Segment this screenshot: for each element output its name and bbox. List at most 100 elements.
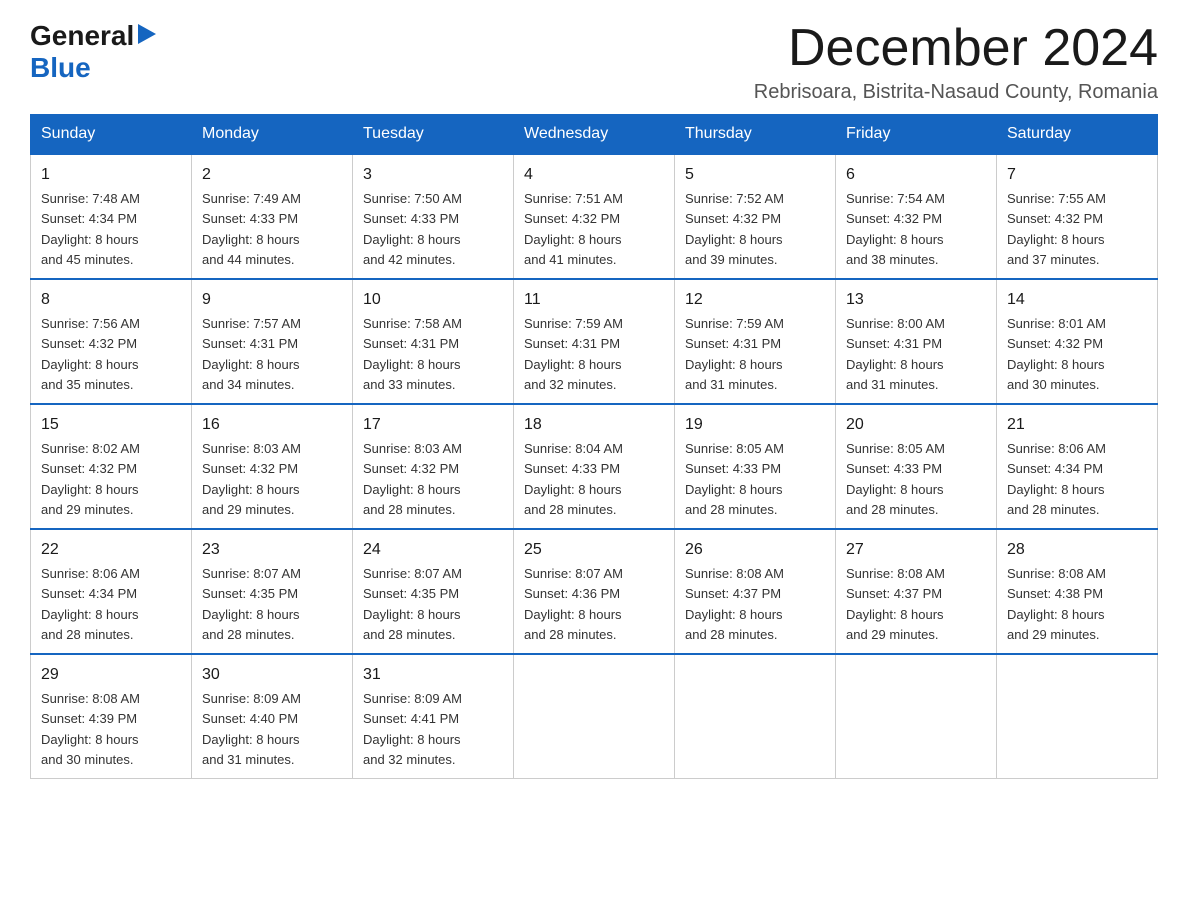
day-number: 8 <box>41 288 181 312</box>
day-number: 5 <box>685 163 825 187</box>
day-info: Sunrise: 7:50 AMSunset: 4:33 PMDaylight:… <box>363 191 462 267</box>
day-number: 23 <box>202 538 342 562</box>
day-number: 24 <box>363 538 503 562</box>
day-info: Sunrise: 8:03 AMSunset: 4:32 PMDaylight:… <box>363 441 462 517</box>
table-row: 24 Sunrise: 8:07 AMSunset: 4:35 PMDaylig… <box>353 529 514 654</box>
table-row: 13 Sunrise: 8:00 AMSunset: 4:31 PMDaylig… <box>836 279 997 404</box>
day-info: Sunrise: 8:07 AMSunset: 4:35 PMDaylight:… <box>363 566 462 642</box>
day-number: 31 <box>363 663 503 687</box>
table-row: 29 Sunrise: 8:08 AMSunset: 4:39 PMDaylig… <box>31 654 192 779</box>
calendar-week-row: 1 Sunrise: 7:48 AMSunset: 4:34 PMDayligh… <box>31 154 1158 279</box>
day-info: Sunrise: 8:02 AMSunset: 4:32 PMDaylight:… <box>41 441 140 517</box>
header-sunday: Sunday <box>31 115 192 155</box>
day-number: 28 <box>1007 538 1147 562</box>
table-row: 12 Sunrise: 7:59 AMSunset: 4:31 PMDaylig… <box>675 279 836 404</box>
table-row: 4 Sunrise: 7:51 AMSunset: 4:32 PMDayligh… <box>514 154 675 279</box>
calendar-week-row: 8 Sunrise: 7:56 AMSunset: 4:32 PMDayligh… <box>31 279 1158 404</box>
header-thursday: Thursday <box>675 115 836 155</box>
day-info: Sunrise: 8:08 AMSunset: 4:38 PMDaylight:… <box>1007 566 1106 642</box>
title-block: December 2024 Rebrisoara, Bistrita-Nasau… <box>754 20 1158 104</box>
day-number: 3 <box>363 163 503 187</box>
calendar-week-row: 22 Sunrise: 8:06 AMSunset: 4:34 PMDaylig… <box>31 529 1158 654</box>
day-info: Sunrise: 8:01 AMSunset: 4:32 PMDaylight:… <box>1007 316 1106 392</box>
day-number: 2 <box>202 163 342 187</box>
day-number: 27 <box>846 538 986 562</box>
day-info: Sunrise: 7:51 AMSunset: 4:32 PMDaylight:… <box>524 191 623 267</box>
day-info: Sunrise: 8:00 AMSunset: 4:31 PMDaylight:… <box>846 316 945 392</box>
table-row: 31 Sunrise: 8:09 AMSunset: 4:41 PMDaylig… <box>353 654 514 779</box>
calendar-subtitle: Rebrisoara, Bistrita-Nasaud County, Roma… <box>754 81 1158 104</box>
table-row: 5 Sunrise: 7:52 AMSunset: 4:32 PMDayligh… <box>675 154 836 279</box>
day-number: 17 <box>363 413 503 437</box>
header-wednesday: Wednesday <box>514 115 675 155</box>
page-header: General Blue December 2024 Rebrisoara, B… <box>30 20 1158 104</box>
day-number: 14 <box>1007 288 1147 312</box>
day-info: Sunrise: 7:58 AMSunset: 4:31 PMDaylight:… <box>363 316 462 392</box>
calendar-week-row: 29 Sunrise: 8:08 AMSunset: 4:39 PMDaylig… <box>31 654 1158 779</box>
day-info: Sunrise: 8:06 AMSunset: 4:34 PMDaylight:… <box>1007 441 1106 517</box>
table-row: 30 Sunrise: 8:09 AMSunset: 4:40 PMDaylig… <box>192 654 353 779</box>
day-number: 12 <box>685 288 825 312</box>
day-info: Sunrise: 7:48 AMSunset: 4:34 PMDaylight:… <box>41 191 140 267</box>
table-row: 3 Sunrise: 7:50 AMSunset: 4:33 PMDayligh… <box>353 154 514 279</box>
table-row: 2 Sunrise: 7:49 AMSunset: 4:33 PMDayligh… <box>192 154 353 279</box>
table-row: 22 Sunrise: 8:06 AMSunset: 4:34 PMDaylig… <box>31 529 192 654</box>
logo: General Blue <box>30 20 156 84</box>
header-tuesday: Tuesday <box>353 115 514 155</box>
table-row: 7 Sunrise: 7:55 AMSunset: 4:32 PMDayligh… <box>997 154 1158 279</box>
header-monday: Monday <box>192 115 353 155</box>
table-row: 21 Sunrise: 8:06 AMSunset: 4:34 PMDaylig… <box>997 404 1158 529</box>
day-number: 30 <box>202 663 342 687</box>
day-number: 16 <box>202 413 342 437</box>
table-row: 11 Sunrise: 7:59 AMSunset: 4:31 PMDaylig… <box>514 279 675 404</box>
table-row: 17 Sunrise: 8:03 AMSunset: 4:32 PMDaylig… <box>353 404 514 529</box>
table-row: 27 Sunrise: 8:08 AMSunset: 4:37 PMDaylig… <box>836 529 997 654</box>
table-row <box>675 654 836 779</box>
table-row: 6 Sunrise: 7:54 AMSunset: 4:32 PMDayligh… <box>836 154 997 279</box>
day-info: Sunrise: 8:05 AMSunset: 4:33 PMDaylight:… <box>846 441 945 517</box>
day-info: Sunrise: 7:59 AMSunset: 4:31 PMDaylight:… <box>685 316 784 392</box>
table-row: 25 Sunrise: 8:07 AMSunset: 4:36 PMDaylig… <box>514 529 675 654</box>
day-number: 29 <box>41 663 181 687</box>
day-number: 19 <box>685 413 825 437</box>
day-info: Sunrise: 7:52 AMSunset: 4:32 PMDaylight:… <box>685 191 784 267</box>
day-number: 6 <box>846 163 986 187</box>
day-number: 20 <box>846 413 986 437</box>
calendar-header-row: Sunday Monday Tuesday Wednesday Thursday… <box>31 115 1158 155</box>
table-row: 20 Sunrise: 8:05 AMSunset: 4:33 PMDaylig… <box>836 404 997 529</box>
day-number: 26 <box>685 538 825 562</box>
day-number: 4 <box>524 163 664 187</box>
day-number: 1 <box>41 163 181 187</box>
day-number: 9 <box>202 288 342 312</box>
day-info: Sunrise: 8:08 AMSunset: 4:37 PMDaylight:… <box>846 566 945 642</box>
day-number: 18 <box>524 413 664 437</box>
day-number: 10 <box>363 288 503 312</box>
calendar-table: Sunday Monday Tuesday Wednesday Thursday… <box>30 114 1158 779</box>
table-row: 26 Sunrise: 8:08 AMSunset: 4:37 PMDaylig… <box>675 529 836 654</box>
day-info: Sunrise: 7:57 AMSunset: 4:31 PMDaylight:… <box>202 316 301 392</box>
table-row: 9 Sunrise: 7:57 AMSunset: 4:31 PMDayligh… <box>192 279 353 404</box>
table-row <box>836 654 997 779</box>
table-row: 23 Sunrise: 8:07 AMSunset: 4:35 PMDaylig… <box>192 529 353 654</box>
day-info: Sunrise: 8:07 AMSunset: 4:36 PMDaylight:… <box>524 566 623 642</box>
calendar-title: December 2024 <box>754 20 1158 77</box>
day-info: Sunrise: 8:03 AMSunset: 4:32 PMDaylight:… <box>202 441 301 517</box>
table-row: 14 Sunrise: 8:01 AMSunset: 4:32 PMDaylig… <box>997 279 1158 404</box>
day-info: Sunrise: 8:05 AMSunset: 4:33 PMDaylight:… <box>685 441 784 517</box>
day-info: Sunrise: 7:55 AMSunset: 4:32 PMDaylight:… <box>1007 191 1106 267</box>
day-number: 21 <box>1007 413 1147 437</box>
table-row <box>514 654 675 779</box>
table-row: 16 Sunrise: 8:03 AMSunset: 4:32 PMDaylig… <box>192 404 353 529</box>
day-number: 7 <box>1007 163 1147 187</box>
day-info: Sunrise: 8:07 AMSunset: 4:35 PMDaylight:… <box>202 566 301 642</box>
day-info: Sunrise: 8:08 AMSunset: 4:39 PMDaylight:… <box>41 691 140 767</box>
table-row: 28 Sunrise: 8:08 AMSunset: 4:38 PMDaylig… <box>997 529 1158 654</box>
day-number: 15 <box>41 413 181 437</box>
day-info: Sunrise: 8:08 AMSunset: 4:37 PMDaylight:… <box>685 566 784 642</box>
table-row: 10 Sunrise: 7:58 AMSunset: 4:31 PMDaylig… <box>353 279 514 404</box>
day-info: Sunrise: 8:09 AMSunset: 4:41 PMDaylight:… <box>363 691 462 767</box>
day-number: 22 <box>41 538 181 562</box>
header-friday: Friday <box>836 115 997 155</box>
day-info: Sunrise: 7:56 AMSunset: 4:32 PMDaylight:… <box>41 316 140 392</box>
table-row <box>997 654 1158 779</box>
